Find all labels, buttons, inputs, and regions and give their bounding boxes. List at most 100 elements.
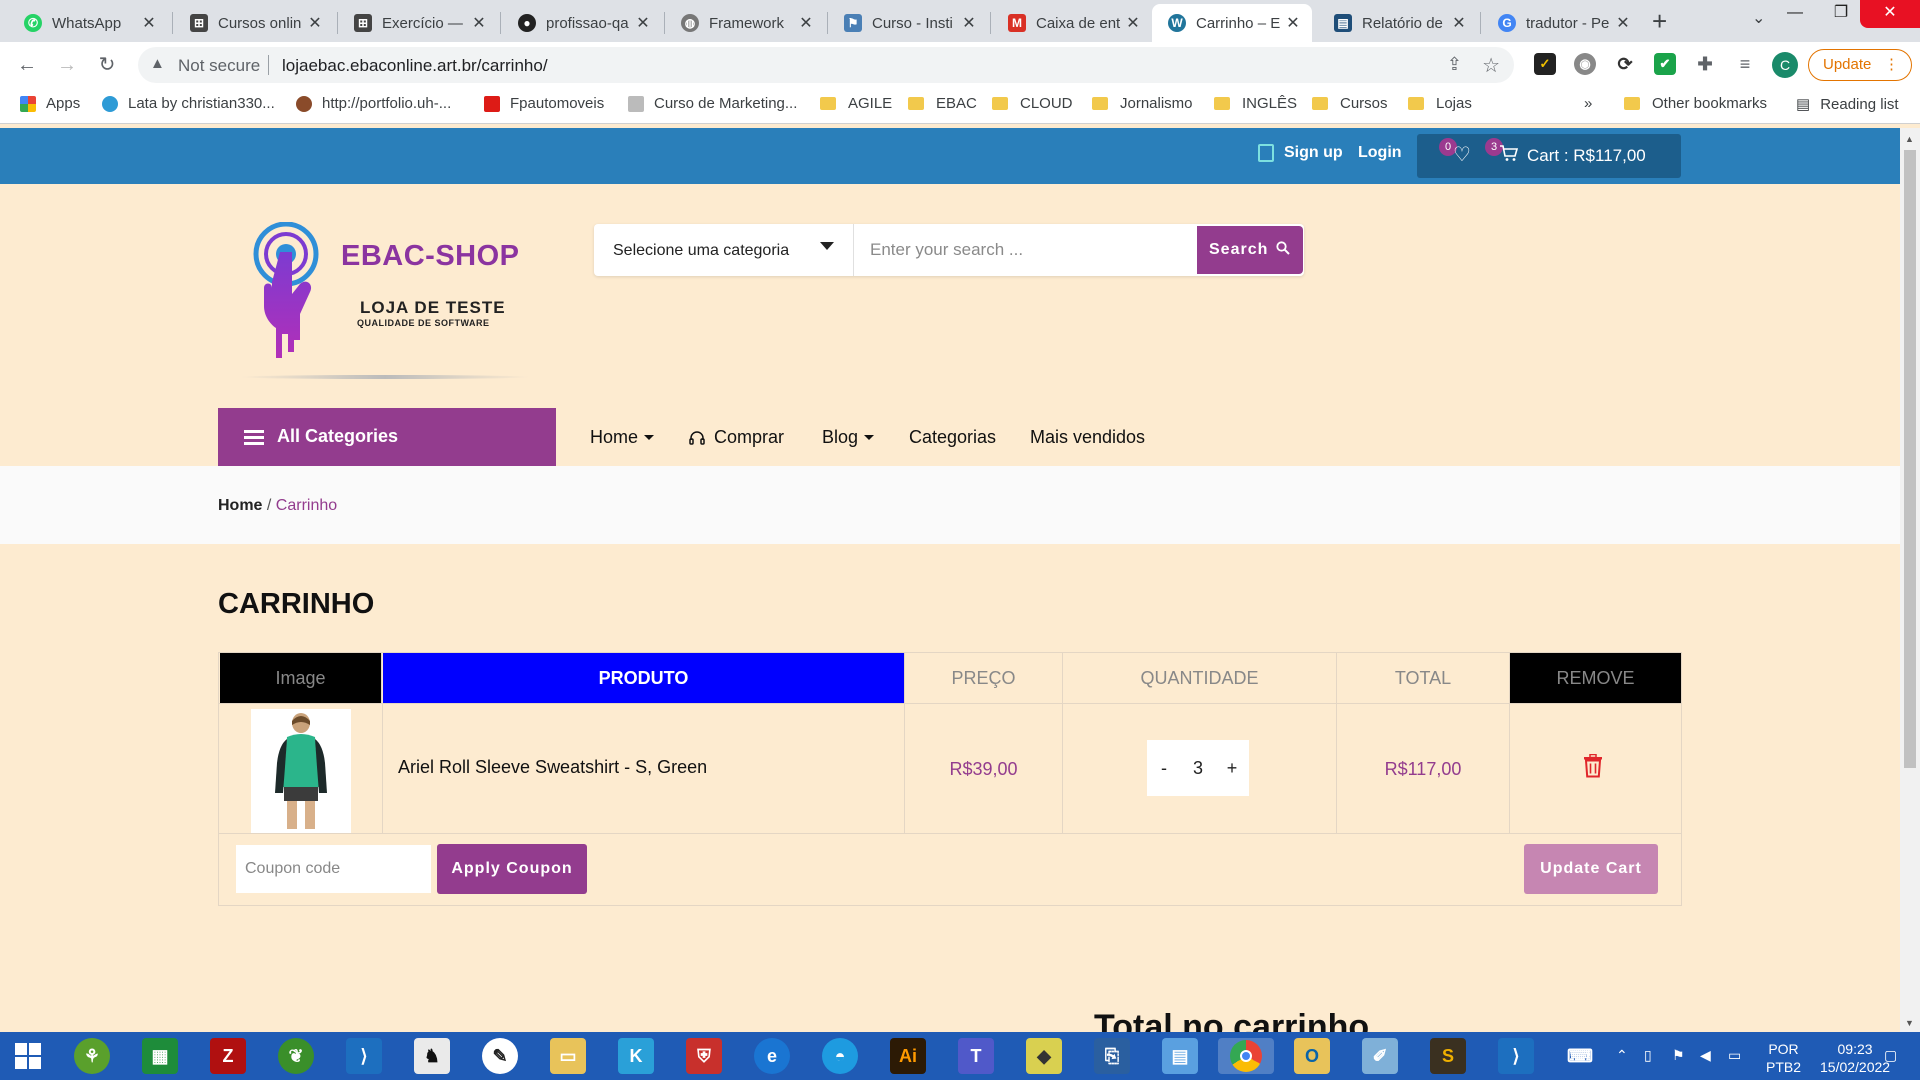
close-icon[interactable]: ✕ (306, 13, 324, 33)
leaf-app-icon[interactable]: ❦ (278, 1038, 314, 1074)
browser-update-button[interactable]: Update ⋮ (1808, 49, 1912, 81)
scroll-up-arrow-icon[interactable]: ▲ (1905, 134, 1914, 144)
nav-mais-vendidos[interactable]: Mais vendidos (1030, 427, 1145, 448)
share-icon[interactable]: ⇪ (1447, 54, 1462, 75)
close-icon[interactable]: ✕ (1450, 13, 1468, 33)
nav-comprar[interactable]: Comprar (688, 427, 784, 448)
bookmark-fpautomoveis[interactable]: Fpautomoveis (484, 95, 604, 112)
bookmark-portfolio[interactable]: http://portfolio.uh-... (296, 95, 451, 112)
windows-start-icon[interactable] (10, 1038, 46, 1074)
nav-blog[interactable]: Blog (822, 427, 875, 448)
bookmark-folder-cloud[interactable]: CLOUD (992, 95, 1073, 112)
tab-tradutor[interactable]: G tradutor - Pe ✕ (1482, 4, 1642, 42)
apply-coupon-button[interactable]: Apply Coupon (437, 844, 587, 894)
bookmark-folder-jornalismo[interactable]: Jornalismo (1092, 95, 1193, 112)
update-cart-button[interactable]: Update Cart (1524, 844, 1658, 894)
profile-avatar[interactable]: C (1772, 52, 1798, 78)
window-close-icon[interactable]: ✕ (1860, 0, 1920, 28)
product-image[interactable] (251, 709, 351, 833)
bookmark-folder-ingles[interactable]: INGLÊS (1214, 95, 1297, 112)
extension-circle-icon[interactable]: ◉ (1574, 53, 1596, 75)
category-select[interactable]: Selecione uma categoria (594, 224, 854, 276)
notepad-icon[interactable]: ▤ (1162, 1038, 1198, 1074)
squirrel-app-icon[interactable]: ✎ (482, 1038, 518, 1074)
volume-icon[interactable]: ◀ (1700, 1046, 1711, 1064)
vscode-icon[interactable]: ⟩ (346, 1038, 382, 1074)
bookmark-folder-agile[interactable]: AGILE (820, 95, 892, 112)
tab-cursos-online[interactable]: ⊞ Cursos onlin ✕ (174, 4, 334, 42)
qty-plus-button[interactable]: + (1215, 758, 1249, 779)
diamond-app-icon[interactable]: ◆ (1026, 1038, 1062, 1074)
reading-list[interactable]: ▤ Reading list (1796, 95, 1899, 114)
restore-icon[interactable]: ❐ (1818, 0, 1864, 28)
media-queue-icon[interactable]: ≡ (1734, 53, 1756, 75)
reload-icon[interactable]: ↻ (92, 50, 122, 80)
k-app-icon[interactable]: K (618, 1038, 654, 1074)
url-text[interactable]: lojaebac.ebaconline.art.br/carrinho/ (282, 56, 548, 76)
editor-app-icon[interactable]: ✐ (1362, 1038, 1398, 1074)
tab-whatsapp[interactable]: ✆ WhatsApp ✕ (8, 4, 168, 42)
internet-explorer-icon[interactable]: e (754, 1038, 790, 1074)
vscode-second-icon[interactable]: ⟩ (1498, 1038, 1534, 1074)
network-icon[interactable]: ▭ (1728, 1046, 1741, 1064)
address-bar[interactable]: ▲ Not secure lojaebac.ebaconline.art.br/… (138, 47, 1514, 83)
bookmark-star-icon[interactable]: ☆ (1482, 53, 1500, 78)
shield-app-icon[interactable]: ⛨ (686, 1038, 722, 1074)
back-icon[interactable]: ← (12, 50, 42, 80)
app-launcher-icon[interactable]: ⚘ (74, 1038, 110, 1074)
all-categories-button[interactable]: All Categories (218, 408, 556, 466)
keyboard-icon[interactable]: ⌨ (1560, 1038, 1600, 1074)
outlook-folder-icon[interactable]: O (1294, 1038, 1330, 1074)
qty-minus-button[interactable]: - (1147, 758, 1181, 779)
chrome-icon[interactable] (1218, 1038, 1274, 1074)
bookmark-lata[interactable]: Lata by christian330... (102, 95, 275, 112)
bookmark-folder-ebac[interactable]: EBAC (908, 95, 977, 112)
close-icon[interactable]: ✕ (960, 13, 978, 33)
scroll-down-arrow-icon[interactable]: ▼ (1905, 1018, 1914, 1028)
minimize-icon[interactable]: — (1772, 0, 1818, 28)
tray-chevron-icon[interactable]: ⌃ (1616, 1046, 1628, 1064)
file-explorer-icon[interactable]: ▭ (550, 1038, 586, 1074)
bookmark-curso-marketing[interactable]: Curso de Marketing... (628, 95, 797, 112)
tab-search-chevron-icon[interactable]: ⌄ (1752, 8, 1765, 28)
notifications-icon[interactable]: ▢ (1884, 1046, 1897, 1064)
sublime-icon[interactable]: S (1430, 1038, 1466, 1074)
search-button[interactable]: Search (1197, 226, 1303, 274)
signup-link[interactable]: Sign up (1258, 144, 1343, 162)
clock[interactable]: 09:23 15/02/2022 (1820, 1040, 1890, 1076)
other-bookmarks[interactable]: Other bookmarks (1624, 95, 1767, 112)
close-icon[interactable]: ✕ (1614, 13, 1632, 33)
bookmark-folder-cursos[interactable]: Cursos (1312, 95, 1388, 112)
bookmark-folder-lojas[interactable]: Lojas (1408, 95, 1472, 112)
breadcrumb-home[interactable]: Home (218, 497, 262, 514)
tab-framework[interactable]: ◍ Framework ✕ (665, 4, 825, 42)
tab-relatorio[interactable]: ▤ Relatório de ✕ (1318, 4, 1478, 42)
tray-flag-icon[interactable]: ⚑ (1672, 1046, 1685, 1064)
product-name[interactable]: Ariel Roll Sleeve Sweatshirt - S, Green (398, 757, 707, 778)
edge-icon[interactable]: ◓ (822, 1038, 858, 1074)
close-icon[interactable]: ✕ (1284, 13, 1302, 33)
extension-sync-icon[interactable]: ⟳ (1614, 53, 1636, 75)
page-scrollbar[interactable]: ▲ ▼ (1900, 128, 1920, 1032)
tab-curso-instituto[interactable]: ⚑ Curso - Insti ✕ (828, 4, 988, 42)
login-link[interactable]: Login (1358, 144, 1402, 162)
tab-profissao-qa[interactable]: ● profissao-qa ✕ (502, 4, 662, 42)
bookmark-apps[interactable]: Apps (20, 95, 80, 112)
coupon-input[interactable] (236, 845, 431, 893)
reader-app-icon[interactable]: ♞ (414, 1038, 450, 1074)
extensions-puzzle-icon[interactable]: ✚ (1694, 53, 1716, 75)
extension-norton-icon[interactable]: ✓ (1534, 53, 1556, 75)
tab-gmail[interactable]: M Caixa de ent ✕ (992, 4, 1152, 42)
network-app-icon[interactable]: ⎘ (1094, 1038, 1130, 1074)
scrollbar-thumb[interactable] (1904, 150, 1916, 768)
language-indicator[interactable]: POR PTB2 (1766, 1040, 1801, 1076)
mini-cart[interactable]: 0 ♡ 3 Cart : R$117,00 (1417, 134, 1681, 178)
tray-device-icon[interactable]: ▯ (1644, 1046, 1652, 1064)
close-icon[interactable]: ✕ (1124, 13, 1142, 33)
bookmarks-overflow-chevron[interactable]: » (1584, 95, 1592, 112)
search-input[interactable] (854, 224, 1191, 276)
new-tab-icon[interactable]: + (1652, 6, 1667, 37)
filezilla-icon[interactable]: Z (210, 1038, 246, 1074)
extension-check-icon[interactable]: ✔ (1654, 53, 1676, 75)
forward-icon[interactable]: → (52, 50, 82, 80)
